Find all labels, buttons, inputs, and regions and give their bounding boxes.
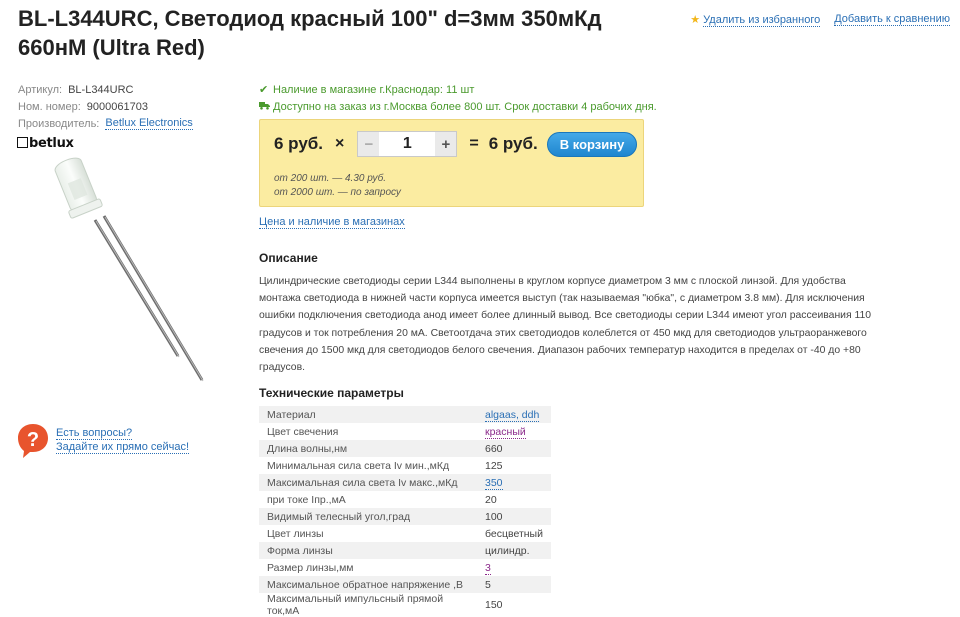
spec-name: при токе Iпр.,мА	[267, 493, 346, 506]
specs-row: Размер линзы,мм 3	[259, 559, 551, 576]
meta-article: Артикул: BL-L344URC	[18, 81, 193, 98]
spec-value: 125	[485, 459, 503, 472]
specs-row: Цвет свечения красный	[259, 423, 551, 440]
remove-favorite-label: Удалить из избранного	[703, 14, 821, 27]
spec-value-cell: 20	[479, 491, 551, 508]
price-tier: от 200 шт. — 4.30 руб.	[274, 173, 387, 184]
add-to-cart-button[interactable]: В корзину	[546, 131, 638, 157]
price-tiers: от 200 шт. — 4.30 руб. от 2000 шт. — по …	[274, 172, 401, 200]
article-label: Артикул:	[18, 83, 63, 96]
spec-value: 5	[485, 578, 491, 591]
spec-name: Длина волны,нм	[259, 440, 479, 457]
product-title: BL-L344URC, Светодиод красный 100" d=3мм…	[18, 6, 602, 60]
specs-row: Максимальный импульсный прямой ток,мА 150	[259, 593, 551, 617]
spec-value-cell: algaas, ddh	[479, 406, 551, 423]
check-icon: ✔	[259, 84, 269, 96]
specs-row: Длина волны,нм 660	[259, 440, 551, 457]
truck-icon	[259, 101, 273, 113]
spec-name: Материал	[259, 406, 479, 423]
equals-sign: =	[469, 135, 479, 152]
specs-row: Форма линзы цилиндр.	[259, 542, 551, 559]
spec-value-link[interactable]: algaas, ddh	[485, 408, 540, 422]
spec-value-cell: 125	[479, 457, 551, 474]
spec-value-link[interactable]: красный	[485, 425, 526, 439]
spec-name: Цвет свечения	[267, 425, 339, 438]
spec-value-cell: 350	[479, 474, 551, 491]
maker-label: Производитель:	[18, 117, 100, 130]
on-order-stock: Доступно на заказ из г.Москва более 800 …	[259, 98, 657, 115]
specs-row: Максимальное обратное напряжение ,В 5	[259, 576, 551, 593]
help-block: ? Есть вопросы? Задайте их прямо сейчас!	[17, 422, 190, 459]
product-actions: ★ Удалить из избранного Добавить к сравне…	[690, 13, 950, 27]
specs-row: при токе Iпр.,мА 20	[259, 491, 551, 508]
product-image[interactable]	[40, 150, 215, 390]
buy-box: 6 руб. × − + = 6 руб. В корзину от 200 ш…	[259, 119, 644, 207]
specs-row: Материал algaas, ddh	[259, 406, 551, 423]
help-ask-link[interactable]: Задайте их прямо сейчас!	[56, 441, 190, 454]
number-label: Ном. номер:	[18, 100, 81, 113]
stores-availability-link[interactable]: Цена и наличие в магазинах	[259, 216, 405, 229]
increase-quantity-button[interactable]: +	[435, 132, 457, 156]
brand-logo-mark	[17, 137, 28, 148]
specs-row: Максимальная сила света Iv макс.,мКд 350	[259, 474, 551, 491]
product-meta: Артикул: BL-L344URC Ном. номер: 90000617…	[18, 81, 193, 132]
meta-maker: Производитель: Betlux Electronics	[18, 115, 193, 132]
decrease-quantity-button[interactable]: −	[358, 132, 380, 156]
spec-name: Максимальная сила света Iv макс.,мКд	[259, 474, 479, 491]
brand-logo-text: betlux	[29, 136, 74, 151]
svg-text:?: ?	[27, 429, 39, 451]
remove-favorite-link[interactable]: ★ Удалить из избранного	[690, 13, 821, 27]
spec-value: 150	[485, 599, 503, 611]
specs-row: Минимальная сила света Iv мин.,мКд 125	[259, 457, 551, 474]
spec-value-link[interactable]: 350	[485, 476, 503, 490]
spec-value: 20	[485, 493, 497, 506]
add-compare-link[interactable]: Добавить к сравнению	[834, 13, 950, 26]
spec-name: Максимальное обратное напряжение ,В	[259, 576, 479, 593]
in-store-stock: ✔ Наличие в магазине г.Краснодар: 11 шт	[259, 81, 657, 98]
brand-logo[interactable]: betlux	[17, 136, 74, 151]
specs-heading: Технические параметры	[259, 386, 404, 400]
spec-value-cell: красный	[479, 423, 551, 440]
spec-value-cell: 660	[479, 440, 551, 457]
number-value: 9000061703	[86, 100, 148, 113]
spec-value: цилиндр.	[485, 544, 530, 557]
spec-value-cell: цилиндр.	[479, 542, 551, 559]
spec-value: 100	[485, 510, 503, 523]
description-text: Цилиндрические светодиоды серии L344 вып…	[259, 276, 872, 374]
spec-name: Видимый телесный угол,град	[259, 508, 479, 525]
times-sign: ×	[335, 135, 345, 152]
star-icon: ★	[690, 14, 701, 26]
spec-value: 660	[485, 442, 503, 455]
quantity-stepper: − +	[357, 131, 458, 157]
spec-value-link[interactable]: 3	[485, 561, 491, 575]
on-order-text: Доступно на заказ из г.Москва более 800 …	[273, 100, 657, 113]
specs-table: Материал algaas, ddh Цвет свечения красный Д…	[259, 406, 551, 617]
spec-name: Форма линзы	[259, 542, 479, 559]
question-icon: ?	[18, 424, 48, 458]
buy-row: 6 руб. × − + = 6 руб. В корзину	[274, 131, 638, 157]
quantity-input[interactable]	[379, 132, 436, 156]
help-question-link[interactable]: Есть вопросы?	[56, 427, 133, 440]
spec-name: Максимальный импульсный прямой ток,мА	[267, 593, 444, 617]
maker-link[interactable]: Betlux Electronics	[105, 117, 193, 130]
spec-name: Цвет линзы	[267, 527, 324, 540]
price-tier: от 2000 шт. — по запросу	[274, 187, 401, 198]
meta-number: Ном. номер: 9000061703	[18, 98, 193, 115]
spec-value-cell: 150	[479, 593, 551, 617]
spec-value-cell: бесцветный	[479, 525, 551, 542]
availability: ✔ Наличие в магазине г.Краснодар: 11 шт …	[259, 81, 657, 115]
article-value: BL-L344URC	[68, 83, 134, 96]
total-price: 6 руб.	[488, 134, 538, 153]
spec-value-cell: 3	[479, 559, 551, 576]
spec-value: бесцветный	[485, 527, 543, 540]
spec-value-cell: 5	[479, 576, 551, 593]
description-heading: Описание	[259, 251, 318, 265]
spec-value-cell: 100	[479, 508, 551, 525]
unit-price: 6 руб.	[274, 134, 324, 153]
specs-row: Цвет линзы бесцветный	[259, 525, 551, 542]
specs-row: Видимый телесный угол,град 100	[259, 508, 551, 525]
spec-name: Размер линзы,мм	[267, 561, 354, 574]
in-store-text: Наличие в магазине г.Краснодар: 11 шт	[273, 83, 475, 96]
spec-name: Минимальная сила света Iv мин.,мКд	[267, 459, 450, 472]
